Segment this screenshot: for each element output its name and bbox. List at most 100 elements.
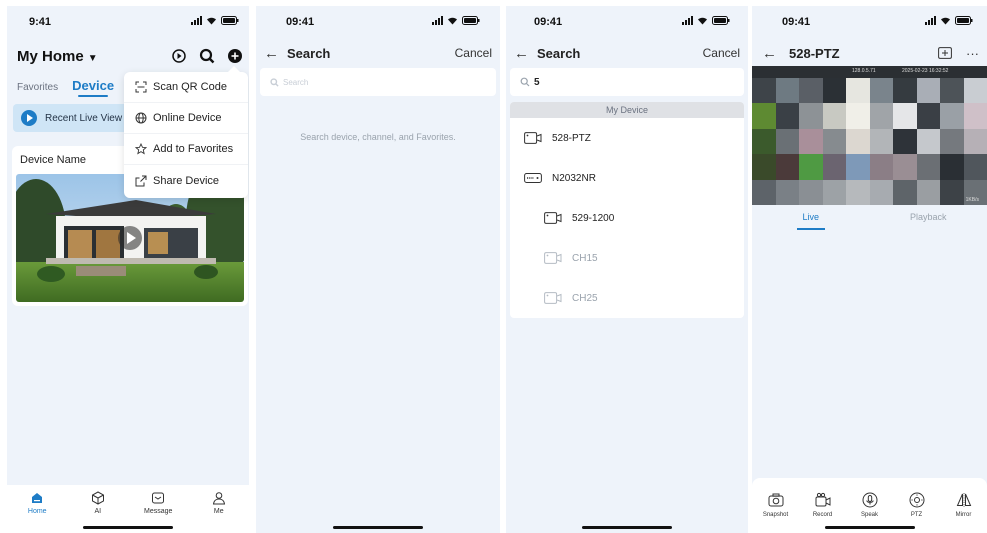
playback-icon[interactable] (171, 48, 187, 64)
menu-item-label: Add to Favorites (153, 143, 234, 155)
home-title: My Home (17, 48, 84, 65)
status-icons (682, 16, 730, 25)
search-nav: ← Search Cancel (264, 44, 492, 62)
mirror-button[interactable]: Mirror (942, 492, 986, 533)
tabbar-me[interactable]: Me (194, 491, 244, 533)
tab-favorites[interactable]: Favorites (17, 82, 58, 93)
battery-icon (221, 16, 239, 25)
status-time: 9:41 (29, 16, 52, 28)
video-feed-pixelated (752, 78, 987, 205)
result-row-ch25[interactable]: CH25 (510, 278, 744, 318)
share-icon (135, 175, 147, 186)
search-icon[interactable] (199, 48, 215, 64)
camera-icon (544, 212, 562, 224)
snapshot-button[interactable]: Snapshot (754, 492, 798, 533)
result-row-n2032nr[interactable]: N2032NR (510, 158, 744, 198)
status-time: 09:41 (286, 16, 315, 28)
tab-live[interactable]: Live (752, 212, 870, 234)
add-icon[interactable] (227, 48, 243, 64)
home-selector[interactable]: My Home ▼ (17, 48, 98, 65)
speak-label: Speak (860, 512, 878, 518)
live-nav: ← 528-PTZ ··· (762, 44, 979, 62)
more-icon[interactable]: ··· (966, 46, 979, 61)
tabbar-message-label: Message (144, 508, 173, 515)
camera-icon (524, 132, 542, 144)
live-view-screen: 09:41 ← 528-PTZ ··· 128.0.5.71 2025-02-2… (752, 6, 987, 533)
tabbar-ai-label: AI (94, 508, 102, 515)
wifi-icon (206, 16, 217, 25)
result-row-528-ptz[interactable]: 528-PTZ (510, 118, 744, 158)
search-input[interactable]: Search (260, 68, 496, 96)
status-bar: 09:41 (752, 6, 987, 34)
search-input[interactable]: 5 (510, 68, 744, 96)
tab-playback[interactable]: Playback (870, 212, 987, 234)
wifi-icon (940, 16, 951, 25)
live-video[interactable]: 128.0.5.71 2025-02-23 16:32:52 1KB/s (752, 66, 987, 205)
search-value: 5 (534, 76, 540, 88)
search-icon (520, 77, 530, 87)
status-bar: 09:41 (506, 6, 748, 34)
camera-snapshot-icon (768, 493, 783, 507)
ai-cube-icon (91, 491, 104, 505)
tabbar-home-label: Home (27, 508, 47, 515)
search-icon (270, 77, 279, 87)
menu-item-online-device[interactable]: Online Device (124, 103, 248, 134)
caret-down-icon: ▼ (87, 53, 98, 64)
result-label: N2032NR (552, 172, 596, 184)
nvr-icon (524, 173, 542, 183)
search-nav: ← Search Cancel (514, 44, 740, 62)
back-arrow-icon[interactable]: ← (762, 45, 777, 62)
section-header: My Device (510, 102, 744, 118)
tab-device[interactable]: Device (72, 78, 114, 97)
result-row-529-1200[interactable]: 529-1200 (510, 198, 744, 238)
cancel-button[interactable]: Cancel (703, 46, 740, 60)
menu-item-label: Online Device (153, 112, 222, 124)
search-results: My Device 528-PTZ N2032NR 529-1200 CH15 … (510, 102, 744, 318)
tabbar-home[interactable]: Home (12, 491, 62, 533)
camera-icon (544, 292, 562, 304)
home-indicator (582, 526, 672, 529)
play-overlay-icon[interactable] (118, 226, 142, 250)
home-indicator (333, 526, 423, 529)
add-view-icon[interactable] (938, 47, 952, 59)
live-control-bar: Snapshot Record Speak PTZ Mirror (752, 478, 987, 533)
battery-icon (712, 16, 730, 25)
result-row-ch15[interactable]: CH15 (510, 238, 744, 278)
video-record-icon (815, 492, 830, 507)
menu-item-add-to-favorites[interactable]: Add to Favorites (124, 134, 248, 165)
signal-icon (682, 16, 693, 25)
result-label: CH15 (572, 252, 598, 264)
globe-icon (135, 112, 147, 124)
back-arrow-icon[interactable]: ← (514, 45, 529, 62)
status-icons (925, 16, 973, 25)
ptz-icon (909, 492, 924, 508)
signal-icon (191, 16, 202, 25)
back-arrow-icon[interactable]: ← (264, 45, 279, 62)
cancel-button[interactable]: Cancel (455, 46, 492, 60)
menu-item-label: Scan QR Code (153, 81, 227, 93)
live-playback-tabs: Live Playback (752, 212, 987, 234)
add-menu: Scan QR Code Online Device Add to Favori… (124, 66, 248, 198)
live-nav-actions: ··· (938, 46, 979, 61)
search-screen-empty: 09:41 ← Search Cancel Search Search devi… (256, 6, 500, 533)
status-bar: 09:41 (256, 6, 500, 34)
message-icon (152, 492, 165, 504)
signal-icon (925, 16, 936, 25)
video-osd-bitrate: 1KB/s (965, 197, 979, 203)
camera-icon (544, 252, 562, 264)
search-hint: Search device, channel, and Favorites. (300, 132, 456, 142)
header-actions (171, 48, 243, 64)
home-tabs: Favorites Device (17, 78, 114, 97)
person-icon (212, 492, 225, 505)
wifi-icon (447, 16, 458, 25)
menu-item-scan-qr-code[interactable]: Scan QR Code (124, 72, 248, 103)
wifi-icon (697, 16, 708, 25)
menu-item-share-device[interactable]: Share Device (124, 165, 248, 196)
video-osd-timestamp: 2025-02-23 16:32:52 (902, 68, 949, 74)
result-label: 528-PTZ (552, 132, 591, 144)
page-title: Search (537, 45, 581, 61)
snapshot-label: Snapshot (762, 512, 789, 518)
home-indicator (824, 526, 915, 529)
menu-item-label: Share Device (153, 174, 220, 187)
mirror-icon (956, 493, 971, 507)
